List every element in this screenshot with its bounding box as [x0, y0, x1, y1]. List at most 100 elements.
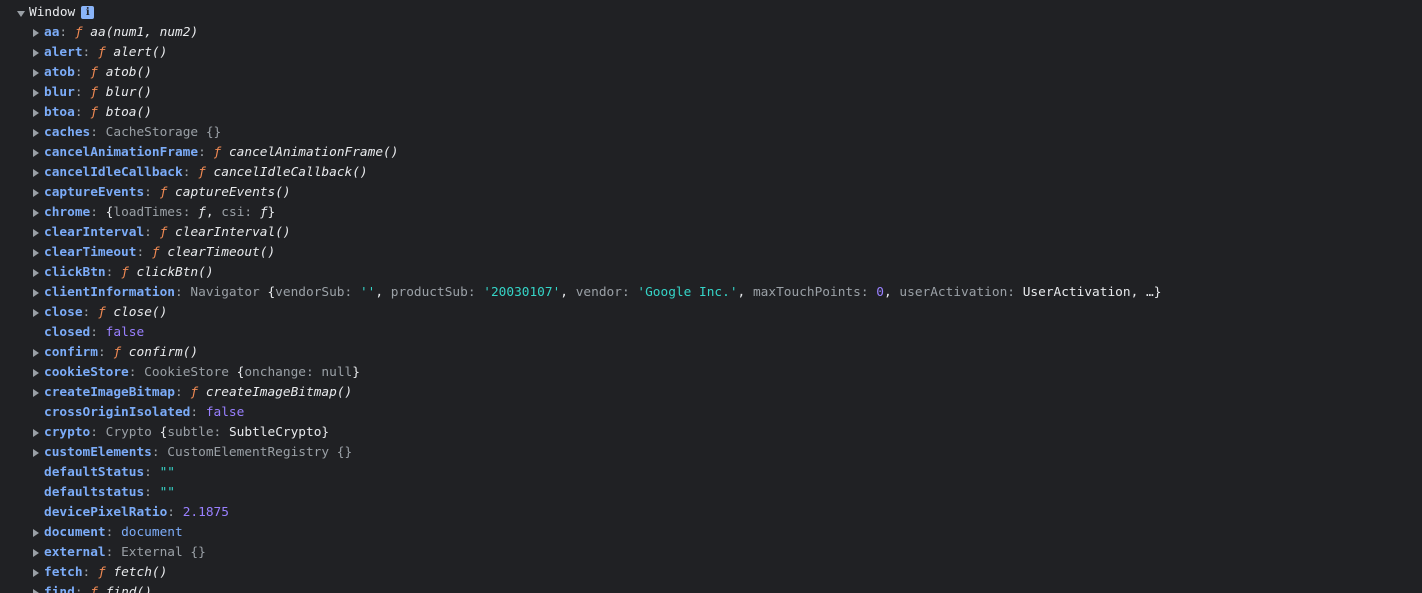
- function-icon: ƒ: [97, 45, 106, 60]
- preview-ellipsis: , …}: [1130, 285, 1162, 300]
- expand-triangle-icon[interactable]: [30, 563, 42, 583]
- function-signature: blur(): [105, 85, 152, 100]
- property-value: CacheStorage {}: [105, 125, 222, 140]
- expand-triangle-icon[interactable]: [30, 203, 42, 223]
- property-key: defaultstatus: [44, 485, 145, 500]
- property-value: "": [159, 485, 176, 500]
- function-icon: ƒ: [97, 305, 106, 320]
- property-value: false: [205, 405, 245, 420]
- preview-value: 0: [876, 285, 884, 300]
- preview-key: csi: [221, 205, 245, 220]
- function-signature: cancelAnimationFrame(): [228, 145, 399, 160]
- preview-value: ƒ: [259, 205, 268, 220]
- property-value: CustomElementRegistry {}: [167, 445, 353, 460]
- expand-triangle-icon[interactable]: [30, 123, 42, 143]
- expand-triangle-icon[interactable]: [30, 163, 42, 183]
- property-key: devicePixelRatio: [44, 505, 168, 520]
- property-key: crossOriginIsolated: [44, 405, 191, 420]
- property-key: clearTimeout: [44, 245, 137, 260]
- expand-triangle-icon[interactable]: [30, 443, 42, 463]
- property-key: atob: [44, 65, 75, 80]
- property-value[interactable]: document: [121, 525, 183, 540]
- expand-triangle-icon[interactable]: [30, 303, 42, 323]
- function-icon: ƒ: [151, 245, 160, 260]
- function-icon: ƒ: [90, 105, 98, 120]
- function-icon: ƒ: [121, 265, 129, 280]
- preview-key: loadTimes: [113, 205, 183, 220]
- expand-triangle-icon[interactable]: [30, 283, 42, 303]
- preview-key: userActivation: [899, 285, 1008, 300]
- property-key: external: [44, 545, 106, 560]
- property-key: closed: [44, 325, 91, 340]
- expand-triangle-icon[interactable]: [30, 383, 42, 403]
- property-key: blur: [44, 85, 75, 100]
- expand-triangle-icon[interactable]: [30, 143, 42, 163]
- function-signature: close(): [113, 305, 168, 320]
- preview-key: vendor: [575, 285, 622, 300]
- property-key: customElements: [44, 445, 152, 460]
- expand-triangle-icon[interactable]: [30, 363, 42, 383]
- preview-value: '20030107': [483, 285, 561, 300]
- function-signature: btoa(): [105, 105, 152, 120]
- expand-triangle-icon[interactable]: [30, 263, 42, 283]
- property-key: fetch: [44, 565, 83, 580]
- expand-triangle-icon[interactable]: [30, 343, 42, 363]
- property-key: find: [44, 585, 75, 593]
- property-key: defaultStatus: [44, 465, 145, 480]
- function-icon: ƒ: [159, 225, 168, 240]
- function-icon: ƒ: [113, 345, 122, 360]
- function-signature: clearTimeout(): [167, 245, 276, 260]
- expand-triangle-icon[interactable]: [30, 243, 42, 263]
- property-key: document: [44, 525, 106, 540]
- function-icon: ƒ: [213, 145, 222, 160]
- property-key: captureEvents: [44, 185, 145, 200]
- function-icon: ƒ: [159, 185, 168, 200]
- expand-triangle-icon[interactable]: [30, 223, 42, 243]
- object-title: Window: [29, 5, 76, 20]
- property-key: alert: [44, 45, 83, 60]
- property-key: btoa: [44, 105, 75, 120]
- expand-triangle-icon[interactable]: [30, 543, 42, 563]
- expand-triangle-icon[interactable]: [30, 83, 42, 103]
- preview-key: vendorSub: [275, 285, 345, 300]
- preview-key: subtle: [167, 425, 214, 440]
- preview-value: '': [359, 285, 376, 300]
- expand-triangle-icon[interactable]: [30, 583, 42, 593]
- function-icon: ƒ: [198, 165, 206, 180]
- function-icon: ƒ: [190, 385, 199, 400]
- property-key: cancelIdleCallback: [44, 165, 183, 180]
- expand-triangle-icon[interactable]: [30, 103, 42, 123]
- preview-value: null: [321, 365, 353, 380]
- property-key: caches: [44, 125, 91, 140]
- info-icon[interactable]: i: [81, 6, 95, 19]
- collapse-triangle-icon[interactable]: [16, 3, 28, 23]
- expand-triangle-icon[interactable]: [30, 23, 42, 43]
- property-key: close: [44, 305, 83, 320]
- property-key: cookieStore: [44, 365, 129, 380]
- expand-triangle-icon[interactable]: [30, 423, 42, 443]
- property-key: crypto: [44, 425, 91, 440]
- preview-value: UserActivation: [1022, 285, 1131, 300]
- property-value: false: [105, 325, 145, 340]
- devtools-console: Window i aa: ƒ aa(num1, num2) alert: ƒ al…: [0, 0, 1422, 593]
- preview-value: 'Google Inc.': [637, 285, 738, 300]
- function-signature: atob(): [105, 65, 152, 80]
- class-name: CookieStore: [144, 365, 229, 380]
- property-key: clearInterval: [44, 225, 145, 240]
- property-key: createImageBitmap: [44, 385, 175, 400]
- function-signature: cancelIdleCallback(): [213, 165, 368, 180]
- expand-triangle-icon[interactable]: [30, 63, 42, 83]
- preview-value: SubtleCrypto: [228, 425, 322, 440]
- function-icon: ƒ: [90, 585, 98, 593]
- property-value: "": [159, 465, 176, 480]
- expand-triangle-icon[interactable]: [30, 523, 42, 543]
- expand-triangle-icon[interactable]: [30, 43, 42, 63]
- function-signature: clearInterval(): [175, 225, 291, 240]
- function-icon: ƒ: [74, 25, 83, 40]
- function-icon: ƒ: [90, 85, 98, 100]
- function-icon: ƒ: [97, 565, 106, 580]
- function-signature: alert(): [113, 45, 168, 60]
- property-key: aa: [44, 25, 60, 40]
- function-signature: confirm(): [128, 345, 199, 360]
- expand-triangle-icon[interactable]: [30, 183, 42, 203]
